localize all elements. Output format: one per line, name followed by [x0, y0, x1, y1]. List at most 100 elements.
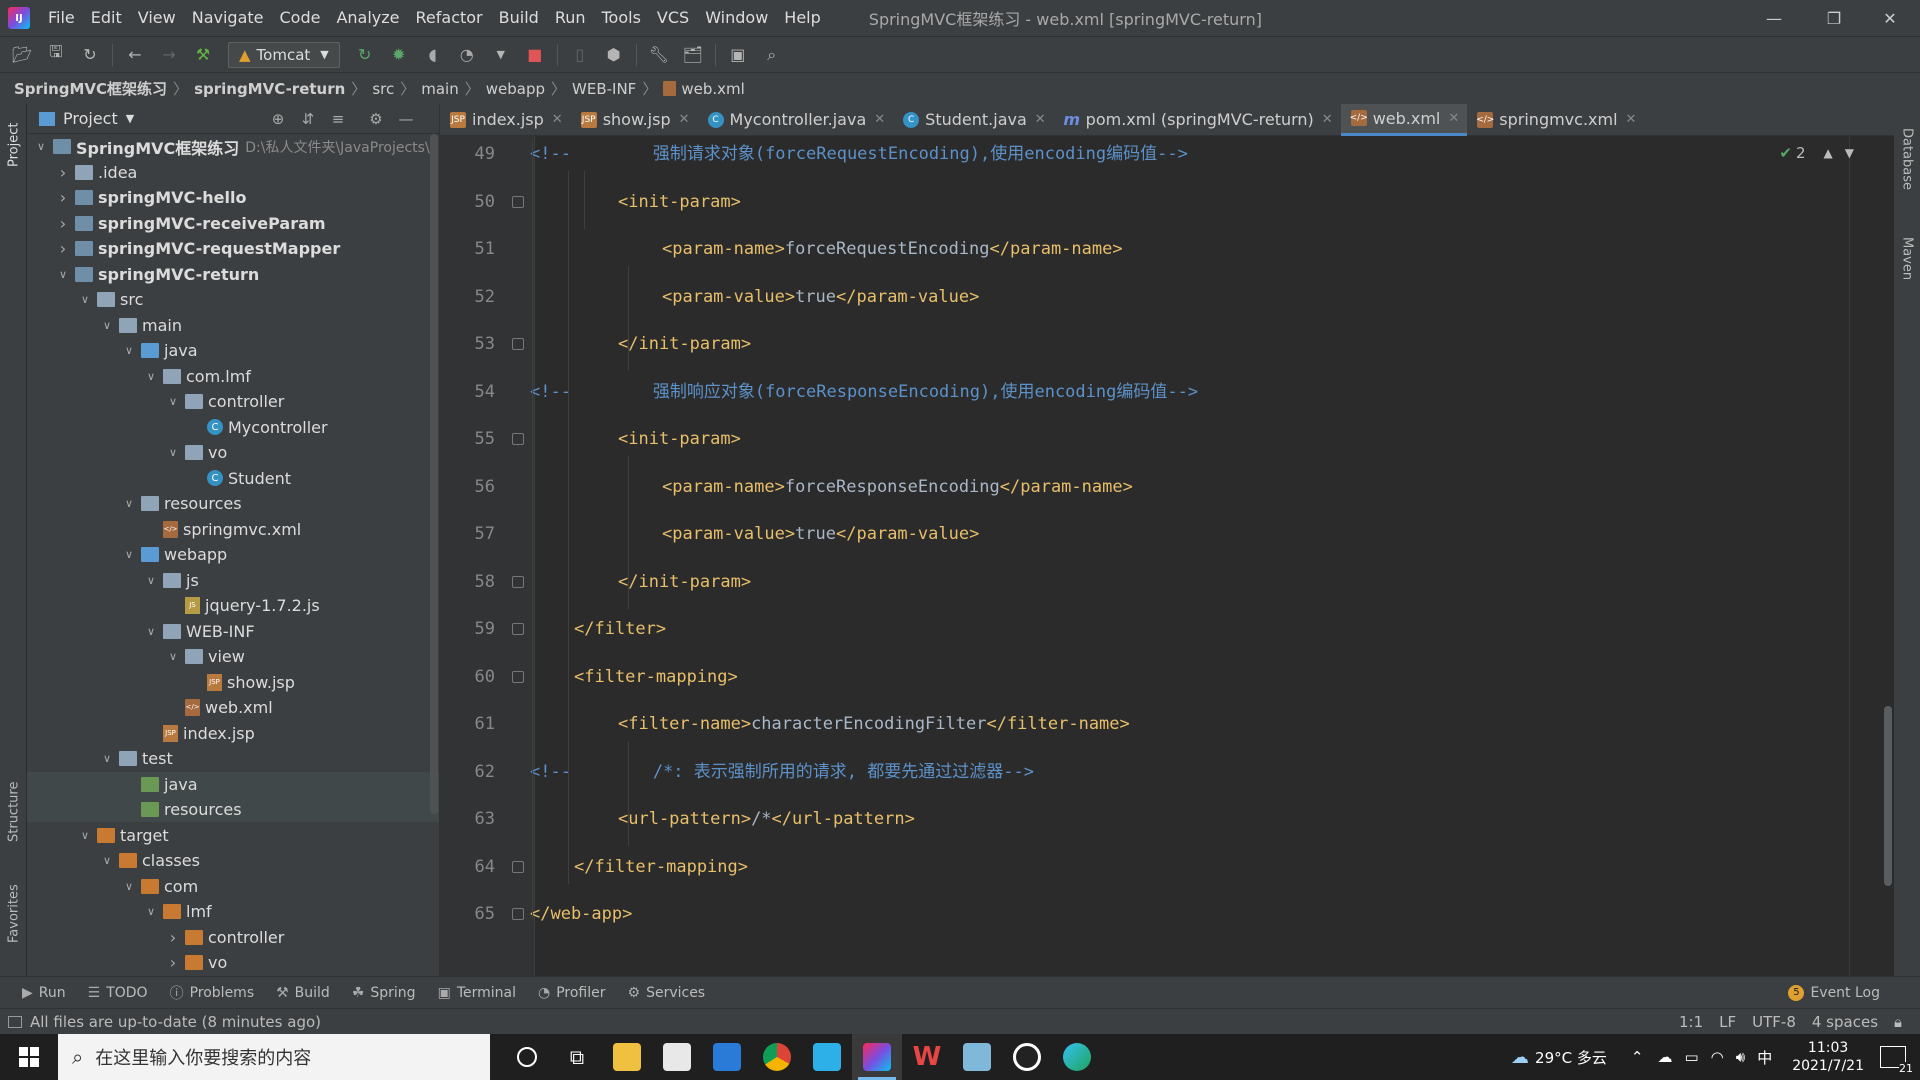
hide-panel-icon[interactable]: — — [395, 108, 417, 130]
breadcrumb-item[interactable]: main — [421, 80, 458, 98]
save-all-icon[interactable]: 🖫︎ — [42, 41, 70, 69]
close-icon[interactable]: ✕ — [1448, 111, 1459, 126]
start-button[interactable] — [0, 1034, 58, 1080]
tree-item[interactable]: ∨ js — [27, 568, 439, 593]
menu-run[interactable]: Run — [547, 0, 594, 36]
locate-crosshair-icon[interactable]: ⊕ — [267, 108, 289, 130]
fold-marker-icon[interactable] — [512, 860, 524, 873]
tree-item[interactable]: ∨ resources — [27, 491, 439, 516]
database-tool-tab[interactable]: Database — [1896, 114, 1918, 204]
chevron-up-icon[interactable]: ▲ — [1824, 146, 1833, 160]
maven-tool-tab[interactable]: Maven — [1896, 224, 1918, 294]
file-encoding[interactable]: UTF-8 — [1752, 1013, 1796, 1031]
inspection-widget[interactable]: ✔ 2 ▲ ▼ — [1779, 144, 1854, 162]
editor-tab[interactable]: C Student.java ✕ — [893, 104, 1054, 136]
editor-scrollbar[interactable] — [1884, 706, 1892, 886]
notification-icon[interactable]: 21 — [1880, 1046, 1913, 1075]
tree-item[interactable]: › springMVC-hello — [27, 185, 439, 210]
chevron-down-icon[interactable]: ∨ — [165, 446, 181, 459]
intellij-taskbar-icon[interactable] — [852, 1034, 902, 1080]
tree-item[interactable]: java — [27, 771, 439, 797]
open-folder-icon[interactable]: 📂︎ — [8, 41, 36, 69]
tree-item[interactable]: JSP show.jsp — [27, 670, 439, 695]
project-structure-icon[interactable]: 🗂︎ — [679, 41, 707, 69]
project-tool-tab[interactable]: Project — [2, 110, 26, 180]
lock-icon[interactable]: 🔒︎ — [1894, 1013, 1902, 1031]
project-panel-title[interactable]: Project — [63, 109, 118, 128]
chevron-down-icon[interactable]: ∨ — [33, 140, 49, 153]
fold-marker-icon[interactable] — [512, 670, 524, 683]
fold-marker-icon[interactable] — [512, 433, 524, 445]
chevron-up-icon[interactable]: ⌃ — [1631, 1048, 1644, 1066]
store-icon[interactable] — [652, 1034, 702, 1080]
tree-item[interactable]: ∨ src — [27, 287, 439, 312]
chevron-right-icon[interactable]: › — [55, 239, 71, 258]
menu-help[interactable]: Help — [776, 0, 828, 36]
close-icon[interactable]: ✕ — [679, 112, 690, 127]
menu-edit[interactable]: Edit — [83, 0, 130, 36]
presentation-icon[interactable]: ▣ — [724, 41, 752, 69]
close-icon[interactable]: ✕ — [1626, 112, 1637, 127]
close-icon[interactable]: ✕ — [552, 112, 563, 127]
chevron-down-icon[interactable]: ∨ — [99, 854, 115, 867]
chevron-right-icon[interactable]: › — [165, 953, 181, 972]
tree-item[interactable]: ∨ vo — [27, 440, 439, 465]
breadcrumb-item[interactable]: WEB-INF — [572, 80, 636, 98]
editor-tab[interactable]: </> springmvc.xml ✕ — [1467, 104, 1644, 136]
chevron-down-icon[interactable]: ∨ — [165, 395, 181, 408]
tree-item[interactable]: </> web.xml — [27, 695, 439, 720]
tree-item[interactable]: ∨ WEB-INF — [27, 619, 439, 644]
notepad-icon[interactable] — [952, 1034, 1002, 1080]
chevron-down-icon[interactable]: ∨ — [121, 344, 137, 357]
profile-icon[interactable]: ◔ — [453, 41, 481, 69]
clock[interactable]: 11:03 2021/7/21 — [1792, 1039, 1864, 1075]
tree-item[interactable]: ∨ webapp — [27, 542, 439, 567]
close-icon[interactable]: ✕ — [1322, 112, 1333, 127]
close-icon[interactable]: ✕ — [874, 112, 885, 127]
menu-refactor[interactable]: Refactor — [408, 0, 491, 36]
tree-item[interactable]: › springMVC-receiveParam — [27, 211, 439, 236]
menu-tools[interactable]: Tools — [594, 0, 649, 36]
onedrive-icon[interactable]: ☁ — [1657, 1048, 1672, 1066]
tree-item[interactable]: JSP index.jsp — [27, 721, 439, 746]
structure-tool-tab[interactable]: Structure — [2, 772, 26, 852]
menu-vcs[interactable]: VCS — [649, 0, 697, 36]
chevron-down-icon[interactable]: ▼ — [1845, 146, 1854, 160]
indent-setting[interactable]: 4 spaces — [1812, 1013, 1878, 1031]
sync-icon[interactable]: ↻ — [76, 41, 104, 69]
wifi-icon[interactable]: ◠ — [1711, 1048, 1724, 1066]
expand-all-icon[interactable]: ⇵ — [297, 108, 319, 130]
menu-code[interactable]: Code — [272, 0, 329, 36]
video-app-icon[interactable] — [802, 1034, 852, 1080]
tree-item[interactable]: ∨ com — [27, 874, 439, 899]
rerun-icon[interactable]: ↻ — [351, 41, 379, 69]
editor-tab[interactable]: m pom.xml (springMVC-return) ✕ — [1054, 104, 1341, 136]
tree-item[interactable]: ∨ java — [27, 338, 439, 363]
menu-navigate[interactable]: Navigate — [184, 0, 272, 36]
breadcrumb-item[interactable]: webapp — [486, 80, 545, 98]
chevron-down-icon[interactable]: ∨ — [143, 574, 159, 587]
menu-window[interactable]: Window — [697, 0, 776, 36]
chevron-right-icon[interactable]: › — [55, 163, 71, 182]
tool-build[interactable]: ⚒ Build — [276, 983, 330, 1003]
tool-profiler[interactable]: ◔ Profiler — [538, 983, 606, 1003]
window-layout-icon[interactable] — [8, 1015, 22, 1028]
editor-tab[interactable]: JSP show.jsp ✕ — [571, 104, 698, 136]
taskbar-search-box[interactable]: ⌕ 在这里输入你要搜索的内容 — [58, 1034, 490, 1080]
tree-item[interactable]: ∨ SpringMVC框架练习 D:\私人文件夹\JavaProjects\S — [27, 134, 439, 159]
tree-item[interactable]: ∨ springMVC-return — [27, 262, 439, 287]
fold-marker-icon[interactable] — [512, 195, 524, 208]
mail-icon[interactable] — [702, 1034, 752, 1080]
tree-item[interactable]: resources — [27, 797, 439, 822]
chevron-down-icon[interactable]: ∨ — [99, 752, 115, 765]
breadcrumb-item[interactable]: web.xml — [681, 80, 744, 98]
chevron-down-icon[interactable]: ∨ — [143, 370, 159, 383]
chevron-down-icon[interactable]: ∨ — [121, 548, 137, 561]
search-icon[interactable]: ⌕ — [758, 41, 786, 69]
tree-item[interactable]: ∨ target — [27, 823, 439, 848]
tree-item[interactable]: › controller — [27, 925, 439, 950]
settings-wrench-icon[interactable]: 🔧︎ — [645, 41, 673, 69]
build-hammer-icon[interactable]: ⚒ — [189, 41, 217, 69]
attach-debugger-icon[interactable]: ▯ — [566, 41, 594, 69]
qq-penguin-icon[interactable] — [1002, 1034, 1052, 1080]
